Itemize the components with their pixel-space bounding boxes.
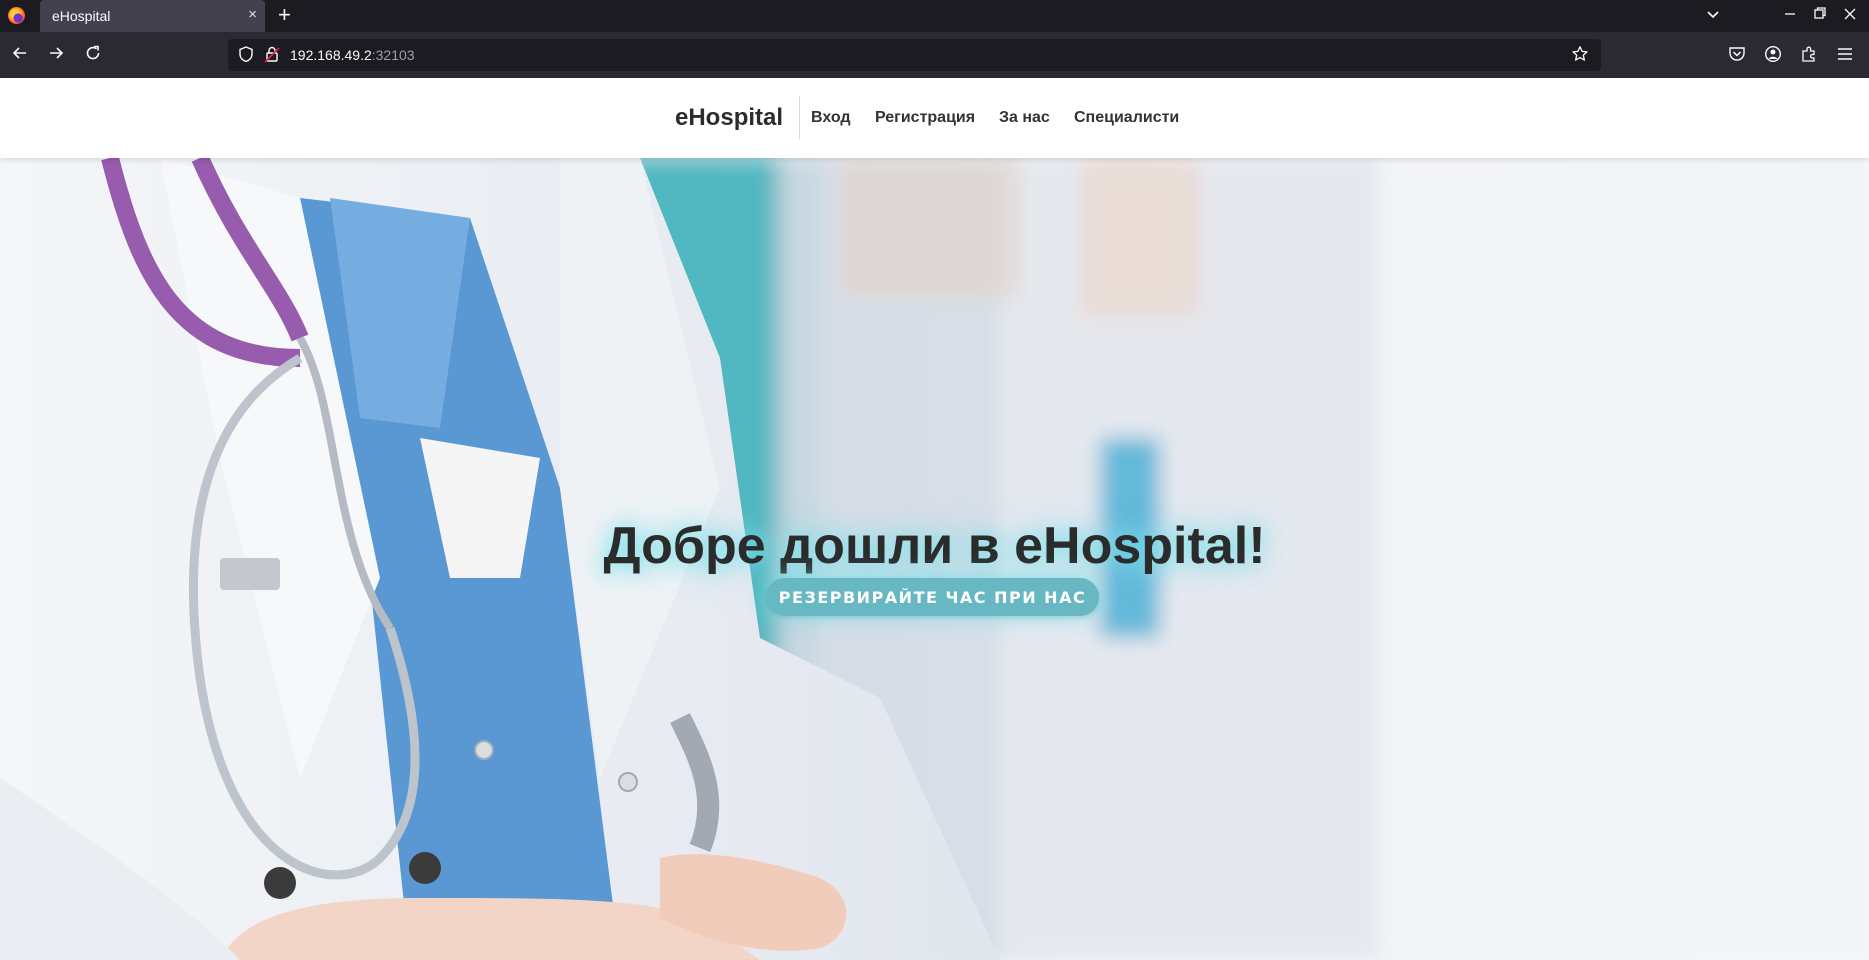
account-icon[interactable] — [1764, 45, 1782, 68]
browser-tab-active[interactable]: eHospital × — [40, 0, 265, 32]
tab-title: eHospital — [52, 8, 111, 24]
book-appointment-button[interactable]: РЕЗЕРВИРАЙТЕ ЧАС ПРИ НАС — [766, 578, 1099, 616]
hero-title: Добре дошли в eHospital! — [603, 517, 1266, 575]
firefox-logo-icon — [8, 7, 25, 24]
tab-list-chevron-icon[interactable] — [1705, 6, 1721, 27]
nav-specialists-link[interactable]: Специалисти — [1074, 109, 1179, 127]
insecure-lock-icon[interactable] — [264, 45, 280, 68]
nav-register-link[interactable]: Регистрация — [875, 109, 975, 127]
new-tab-icon[interactable]: + — [278, 3, 291, 27]
url-port: :32103 — [371, 47, 415, 63]
back-arrow-icon[interactable] — [11, 44, 29, 66]
extensions-icon[interactable] — [1800, 45, 1818, 68]
reload-icon[interactable] — [84, 44, 102, 66]
minimize-icon[interactable] — [1783, 6, 1797, 26]
pocket-icon[interactable] — [1728, 45, 1746, 68]
tracking-shield-icon[interactable] — [238, 45, 254, 68]
brand-logo[interactable]: eHospital — [675, 104, 783, 132]
brand-divider — [799, 96, 800, 140]
nav-about-link[interactable]: За нас — [999, 109, 1050, 127]
forward-arrow-icon[interactable] — [47, 44, 65, 66]
site-header: eHospital Вход Регистрация За нас Специа… — [0, 78, 1869, 158]
bookmark-star-icon[interactable] — [1571, 45, 1589, 68]
browser-toolbar: 192.168.49.2:32103 — [0, 32, 1869, 78]
nav-login-link[interactable]: Вход — [811, 109, 851, 127]
address-bar[interactable]: 192.168.49.2:32103 — [228, 39, 1601, 71]
url-text[interactable]: 192.168.49.2:32103 — [290, 47, 415, 63]
close-window-icon[interactable] — [1843, 6, 1857, 26]
menu-hamburger-icon[interactable] — [1836, 45, 1854, 68]
tab-close-icon[interactable]: × — [248, 6, 257, 24]
hero-section: Добре дошли в eHospital! РЕЗЕРВИРАЙТЕ ЧА… — [0, 158, 1869, 960]
browser-tab-bar: eHospital × + — [0, 0, 1869, 32]
restore-icon[interactable] — [1813, 6, 1827, 26]
web-page: eHospital Вход Регистрация За нас Специа… — [0, 78, 1869, 960]
url-host: 192.168.49.2 — [290, 47, 372, 63]
